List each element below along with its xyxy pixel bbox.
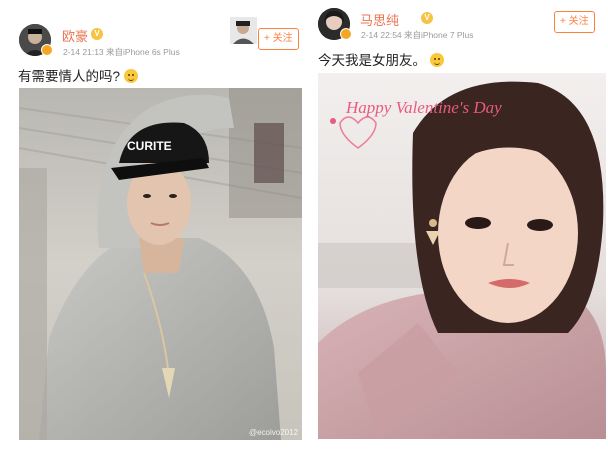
greeting-text: Happy Valentine's Day	[345, 98, 502, 117]
username[interactable]: 欧豪	[62, 26, 88, 45]
verified-badge-icon	[340, 28, 352, 40]
post-text-content: 有需要情人的吗?	[18, 69, 121, 84]
vip-icon: V	[91, 28, 103, 40]
post-text: 有需要情人的吗?	[18, 65, 139, 85]
verified-badge-icon	[41, 44, 53, 56]
thumbnail-image	[230, 17, 257, 44]
follow-button[interactable]: + 关注	[258, 28, 299, 50]
smile-emoji-icon	[430, 53, 444, 67]
post-photo[interactable]: Happy Valentine's Day	[318, 73, 606, 439]
post-text: 今天我是女朋友。	[318, 49, 444, 69]
post-meta: 2-14 21:13 来自iPhone 6s Plus	[63, 47, 180, 57]
smile-emoji-icon	[124, 69, 139, 83]
photo-watermark: @ecoivo2012	[248, 428, 298, 437]
post-meta: 2-14 22:54 来自iPhone 7 Plus	[361, 30, 474, 40]
post-photo[interactable]: CURITE @ecoivo2012	[19, 88, 302, 440]
username[interactable]: 马思纯	[360, 10, 399, 29]
weibo-post-masichun: 马思纯 V 2-14 22:54 来自iPhone 7 Plus + 关注 今天…	[310, 0, 608, 452]
cap-text: CURITE	[127, 139, 172, 153]
follow-button[interactable]: + 关注	[554, 11, 595, 33]
weibo-post-ouhao: 欧豪 V 2-14 21:13 来自iPhone 6s Plus + 关注 有需…	[0, 0, 308, 452]
vip-icon: V	[421, 12, 433, 24]
post-text-content: 今天我是女朋友。	[318, 53, 426, 68]
